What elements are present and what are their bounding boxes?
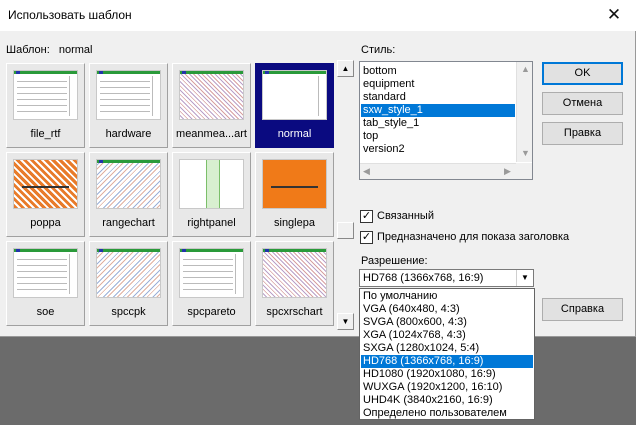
resolution-option[interactable]: HD768 (1366x768, 16:9): [361, 355, 533, 368]
template-tile-label: spcpareto: [187, 306, 236, 318]
linked-checkbox-label: Связанный: [377, 210, 434, 222]
template-tile-8[interactable]: soe: [6, 241, 85, 326]
template-tile-11[interactable]: spcxrschart: [255, 241, 334, 326]
resolution-option[interactable]: SVGA (800x600, 4:3): [361, 316, 533, 329]
dropdown-arrow-icon[interactable]: ▼: [516, 270, 533, 286]
template-tile-10[interactable]: spcpareto: [172, 241, 251, 326]
template-tile-label: file_rtf: [30, 128, 61, 140]
use-template-dialog: Использовать шаблон ✕ Шаблон: normal fil…: [0, 0, 636, 337]
cancel-button[interactable]: Отмена: [542, 92, 623, 115]
template-tile-label: hardware: [105, 128, 152, 140]
template-name-row: Шаблон: normal: [6, 44, 92, 56]
scroll-down-button[interactable]: ▼: [337, 313, 354, 330]
resolution-option[interactable]: По умолчанию: [361, 290, 533, 303]
template-thumbnail: [96, 248, 161, 298]
title-bar: Использовать шаблон ✕: [0, 0, 636, 31]
resolution-option[interactable]: VGA (640x480, 4:3): [361, 303, 533, 316]
template-grid-scrollbar[interactable]: ▲ ▼: [337, 60, 354, 330]
template-tile-label: spccpk: [111, 306, 146, 318]
linked-checkbox[interactable]: ✓: [360, 209, 373, 223]
style-list-item[interactable]: top: [361, 130, 515, 143]
chevron-left-icon[interactable]: ◀: [363, 166, 370, 177]
template-tile-2[interactable]: meanmea...art: [172, 63, 251, 148]
style-list-item[interactable]: standard: [361, 91, 515, 104]
template-thumbnail: [96, 159, 161, 209]
chevron-down-icon[interactable]: ▼: [521, 148, 530, 158]
template-tile-label: singlepa: [274, 217, 315, 229]
window-title: Использовать шаблон: [8, 8, 132, 22]
resolution-option[interactable]: WUXGA (1920x1200, 16:10): [361, 381, 533, 394]
template-thumbnail: [13, 248, 78, 298]
resolution-combobox[interactable]: HD768 (1366x768, 16:9) ▼: [359, 269, 534, 287]
style-label: Стиль:: [361, 44, 396, 56]
style-listbox[interactable]: ▲ ▼ ◀ ▶ bottom equipment standard sxw_style…: [359, 61, 533, 180]
show-header-checkbox-row[interactable]: ✓ Предназначено для показа заголовка: [360, 230, 569, 244]
template-tile-4[interactable]: poppa: [6, 152, 85, 237]
scroll-corner: [516, 163, 532, 179]
template-thumbnail: [13, 159, 78, 209]
template-tile-3[interactable]: normal: [255, 63, 334, 148]
help-button[interactable]: Справка: [542, 298, 623, 321]
template-label: Шаблон:: [6, 44, 50, 56]
show-header-checkbox[interactable]: ✓: [360, 230, 373, 244]
template-tile-7[interactable]: singlepa: [255, 152, 334, 237]
resolution-option[interactable]: SXGA (1280x1024, 5:4): [361, 342, 533, 355]
style-list-item[interactable]: equipment: [361, 78, 515, 91]
template-thumbnail: [262, 248, 327, 298]
template-thumbnail: [179, 159, 244, 209]
template-thumbnail: [179, 70, 244, 120]
style-list-item[interactable]: tab_style_1: [361, 117, 515, 130]
style-list-item[interactable]: version2: [361, 143, 515, 156]
template-thumbnail: [96, 70, 161, 120]
template-grid: file_rtf hardware meanmea...art normal poppa…: [4, 60, 334, 330]
ok-button[interactable]: OK: [542, 62, 623, 85]
style-list-item[interactable]: sxw_style_1: [361, 104, 515, 117]
resolution-value: HD768 (1366x768, 16:9): [363, 272, 484, 284]
style-list-vscrollbar[interactable]: ▲ ▼: [516, 62, 532, 162]
scroll-up-button[interactable]: ▲: [337, 60, 354, 77]
edit-button[interactable]: Правка: [542, 122, 623, 145]
show-header-checkbox-label: Предназначено для показа заголовка: [377, 231, 570, 243]
template-tile-1[interactable]: hardware: [89, 63, 168, 148]
chevron-right-icon[interactable]: ▶: [504, 166, 511, 177]
resolution-option[interactable]: XGA (1024x768, 4:3): [361, 329, 533, 342]
resolution-option[interactable]: UHD4K (3840x2160, 16:9): [361, 394, 533, 407]
template-tile-label: rangechart: [102, 217, 155, 229]
resolution-option[interactable]: HD1080 (1920x1080, 16:9): [361, 368, 533, 381]
template-tile-label: poppa: [30, 217, 61, 229]
style-list-item[interactable]: bottom: [361, 65, 515, 78]
template-tile-5[interactable]: rangechart: [89, 152, 168, 237]
template-tile-6[interactable]: rightpanel: [172, 152, 251, 237]
chevron-up-icon[interactable]: ▲: [521, 64, 530, 74]
template-tile-0[interactable]: file_rtf: [6, 63, 85, 148]
template-tile-label: meanmea...art: [176, 128, 247, 140]
template-tile-label: normal: [277, 128, 312, 140]
template-thumbnail: [262, 70, 327, 120]
template-value: normal: [58, 44, 93, 56]
style-list-hscrollbar[interactable]: ◀ ▶: [360, 163, 517, 179]
template-tile-label: rightpanel: [187, 217, 236, 229]
template-thumbnail: [179, 248, 244, 298]
template-tile-label: spcxrschart: [266, 306, 323, 318]
close-button[interactable]: ✕: [592, 0, 636, 31]
template-thumbnail: [13, 70, 78, 120]
scroll-thumb[interactable]: [337, 222, 354, 239]
resolution-option[interactable]: Определено пользователем: [361, 407, 533, 420]
template-tile-9[interactable]: spccpk: [89, 241, 168, 326]
template-tile-label: soe: [36, 306, 55, 318]
resolution-label: Разрешение:: [361, 255, 428, 267]
template-thumbnail: [262, 159, 327, 209]
linked-checkbox-row[interactable]: ✓ Связанный: [360, 209, 434, 223]
resolution-dropdown-list[interactable]: По умолчанию VGA (640x480, 4:3) SVGA (800x…: [359, 288, 535, 420]
